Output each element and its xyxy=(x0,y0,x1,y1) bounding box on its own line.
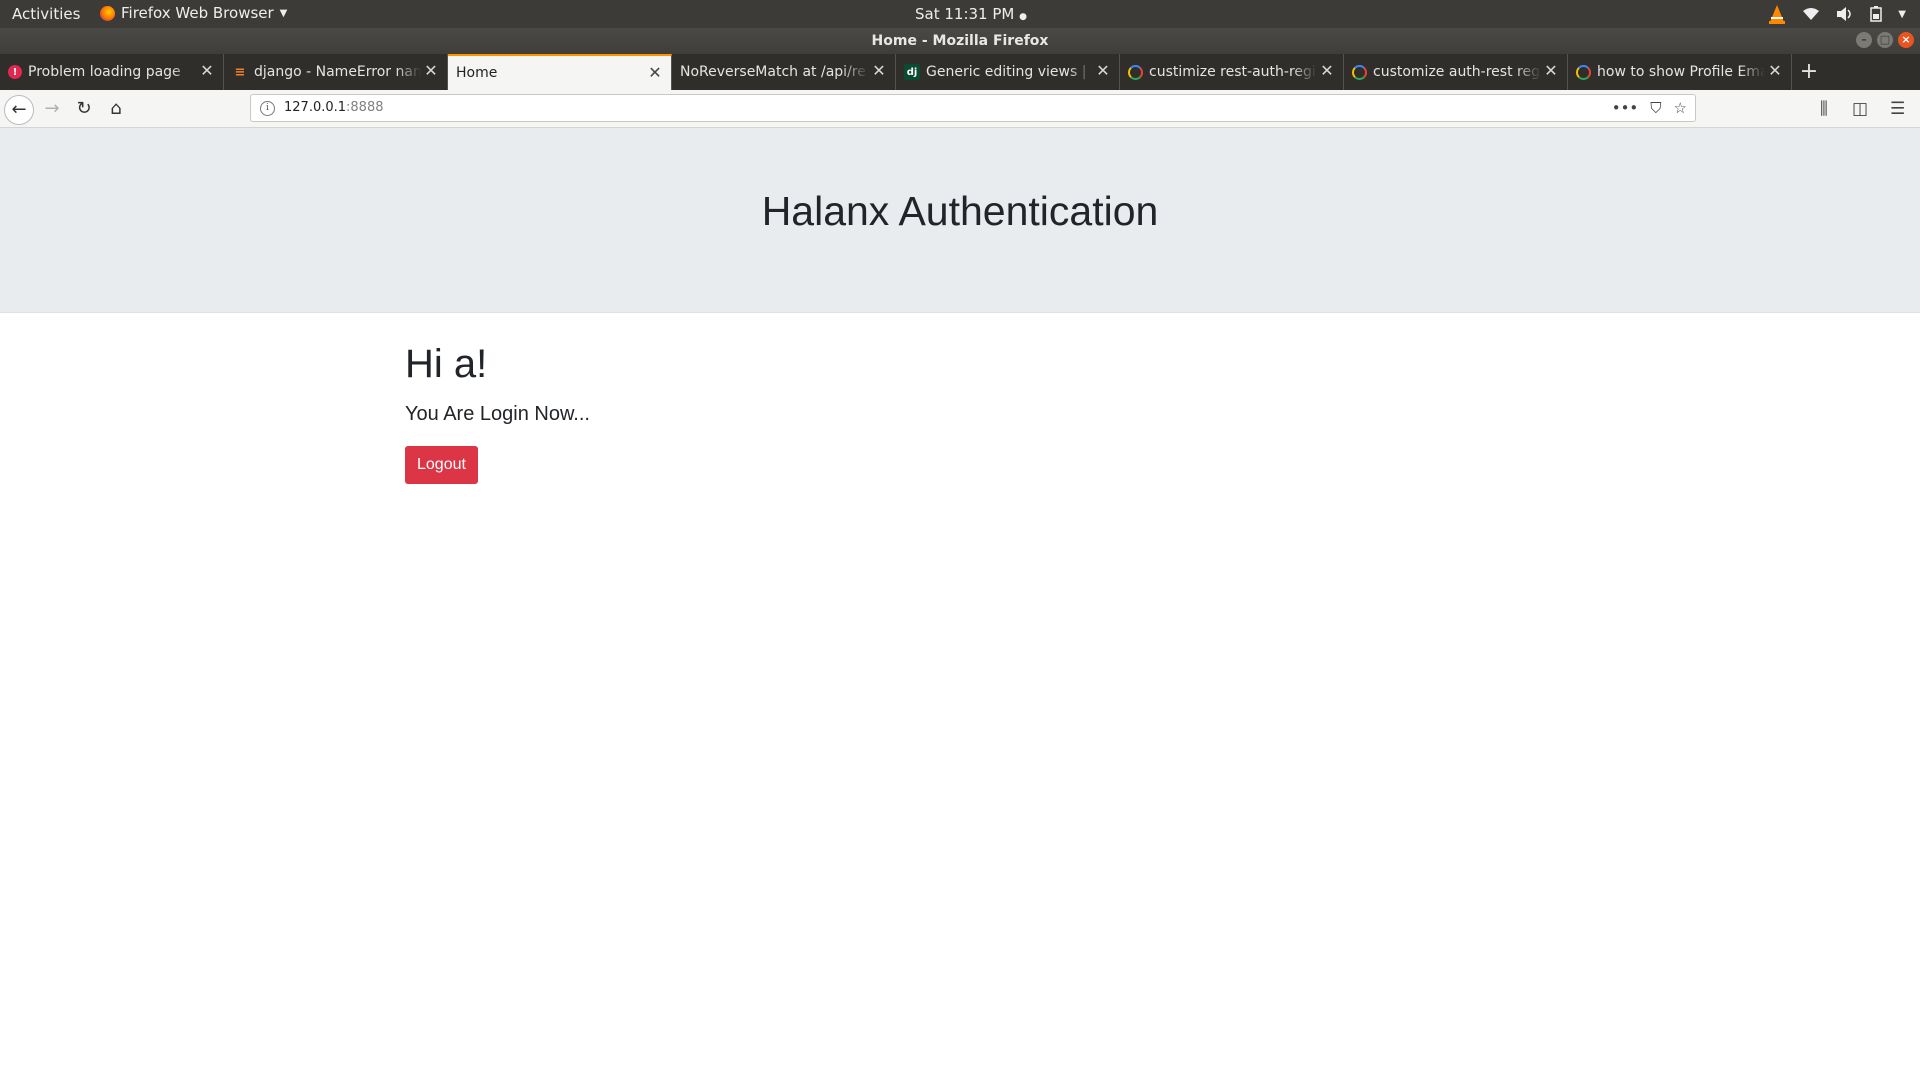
google-icon xyxy=(1128,64,1143,80)
close-tab-icon[interactable]: ✕ xyxy=(871,63,887,79)
google-icon xyxy=(1352,64,1367,80)
tab-label: custimize rest-auth-regis xyxy=(1149,64,1317,80)
error-icon: ! xyxy=(8,65,22,79)
tab-label: django - NameError name xyxy=(254,64,421,80)
login-status-text: You Are Login Now... xyxy=(405,403,590,425)
stackoverflow-icon: ≡ xyxy=(234,64,246,80)
url-port: :8888 xyxy=(346,100,384,115)
new-tab-button[interactable]: + xyxy=(1792,54,1826,90)
logout-button[interactable]: Logout xyxy=(405,446,478,484)
tab-home[interactable]: Home ✕ xyxy=(448,54,672,90)
pocket-icon[interactable]: ⛉ xyxy=(1650,95,1661,121)
activities-button[interactable]: Activities xyxy=(12,5,80,23)
url-bar[interactable]: i 127.0.0.1:8888 ••• ⛉ ☆ xyxy=(250,94,1696,122)
tab-strip: ! Problem loading page ✕ ≡ django - Name… xyxy=(0,54,1920,90)
tab-label: customize auth-rest regi xyxy=(1373,64,1541,80)
google-icon xyxy=(1576,64,1591,80)
page-viewport: Halanx Authentication Hi a! You Are Logi… xyxy=(0,128,1920,1080)
tab-label: Generic editing views | Dj xyxy=(926,64,1093,80)
tab-noreversematch[interactable]: NoReverseMatch at /api/re ✕ xyxy=(672,54,896,90)
tab-label: NoReverseMatch at /api/re xyxy=(680,64,866,80)
url-host: 127.0.0.1 xyxy=(284,100,347,115)
clock-label: Sat 11:31 PM xyxy=(915,5,1015,23)
tab-customize-auth-rest[interactable]: customize auth-rest regi ✕ xyxy=(1344,54,1568,90)
back-button[interactable]: ← xyxy=(4,95,34,125)
close-tab-icon[interactable]: ✕ xyxy=(1095,63,1111,79)
close-tab-icon[interactable]: ✕ xyxy=(1543,63,1559,79)
app-menu[interactable]: Firefox Web Browser ▼ xyxy=(100,4,287,22)
app-menu-label: Firefox Web Browser xyxy=(121,4,274,22)
window-controls: – □ × xyxy=(1856,32,1914,48)
minimize-button[interactable]: – xyxy=(1856,32,1872,48)
tab-django-nameerror[interactable]: ≡ django - NameError name ✕ xyxy=(224,54,448,90)
tab-label: Home xyxy=(456,65,498,81)
tab-generic-editing-views[interactable]: dj Generic editing views | Dj ✕ xyxy=(896,54,1120,90)
url-text: 127.0.0.1:8888 xyxy=(284,95,384,121)
forward-button[interactable]: → xyxy=(38,95,66,123)
vlc-icon[interactable] xyxy=(1768,4,1786,24)
main-content: Hi a! You Are Login Now... Logout xyxy=(405,341,590,484)
window-title-bar: Home - Mozilla Firefox – □ × xyxy=(0,28,1920,54)
close-tab-icon[interactable]: ✕ xyxy=(1319,63,1335,79)
sidebar-icon[interactable]: ◫ xyxy=(1852,95,1868,123)
reload-button[interactable]: ↻ xyxy=(70,95,98,123)
jumbotron: Halanx Authentication xyxy=(0,128,1920,313)
system-clock[interactable]: Sat 11:31 PM ● xyxy=(915,5,1027,23)
tab-problem-loading[interactable]: ! Problem loading page ✕ xyxy=(0,54,224,90)
close-window-button[interactable]: × xyxy=(1898,32,1914,48)
battery-icon xyxy=(1870,6,1883,22)
library-icon[interactable]: ⫼ xyxy=(1820,95,1828,123)
tab-label: Problem loading page xyxy=(28,64,181,80)
greeting-heading: Hi a! xyxy=(405,342,488,386)
page-actions-menu-icon[interactable]: ••• xyxy=(1612,95,1639,121)
system-menu-caret-icon: ▼ xyxy=(1898,8,1906,20)
close-tab-icon[interactable]: ✕ xyxy=(423,63,439,79)
firefox-icon xyxy=(100,5,115,21)
django-icon: dj xyxy=(904,64,920,80)
page-actions: ••• ⛉ ☆ xyxy=(1612,95,1687,121)
volume-icon xyxy=(1837,7,1852,21)
system-tray[interactable]: ▼ xyxy=(1768,4,1906,24)
maximize-button[interactable]: □ xyxy=(1877,32,1893,48)
wifi-icon xyxy=(1803,8,1820,20)
home-button[interactable]: ⌂ xyxy=(102,95,130,123)
site-info-icon[interactable]: i xyxy=(260,101,275,116)
hamburger-menu-icon[interactable]: ☰ xyxy=(1890,95,1905,123)
close-tab-icon[interactable]: ✕ xyxy=(647,65,663,81)
close-tab-icon[interactable]: ✕ xyxy=(1767,63,1783,79)
window-title: Home - Mozilla Firefox xyxy=(871,33,1049,49)
caret-down-icon: ▼ xyxy=(279,7,288,19)
tab-label: how to show Profile Ema xyxy=(1597,64,1765,80)
navigation-toolbar: ← → ↻ ⌂ i 127.0.0.1:8888 ••• ⛉ ☆ ⫼ ◫ ☰ xyxy=(0,90,1920,128)
close-tab-icon[interactable]: ✕ xyxy=(199,63,215,79)
tab-custimize-rest-auth[interactable]: custimize rest-auth-regis ✕ xyxy=(1120,54,1344,90)
tab-how-to-show-profile[interactable]: how to show Profile Ema ✕ xyxy=(1568,54,1792,90)
bookmark-star-icon[interactable]: ☆ xyxy=(1674,95,1687,121)
page-title: Halanx Authentication xyxy=(761,188,1159,234)
system-top-bar: Activities Firefox Web Browser ▼ Sat 11:… xyxy=(0,0,1920,28)
notification-dot-icon: ● xyxy=(1019,12,1027,22)
